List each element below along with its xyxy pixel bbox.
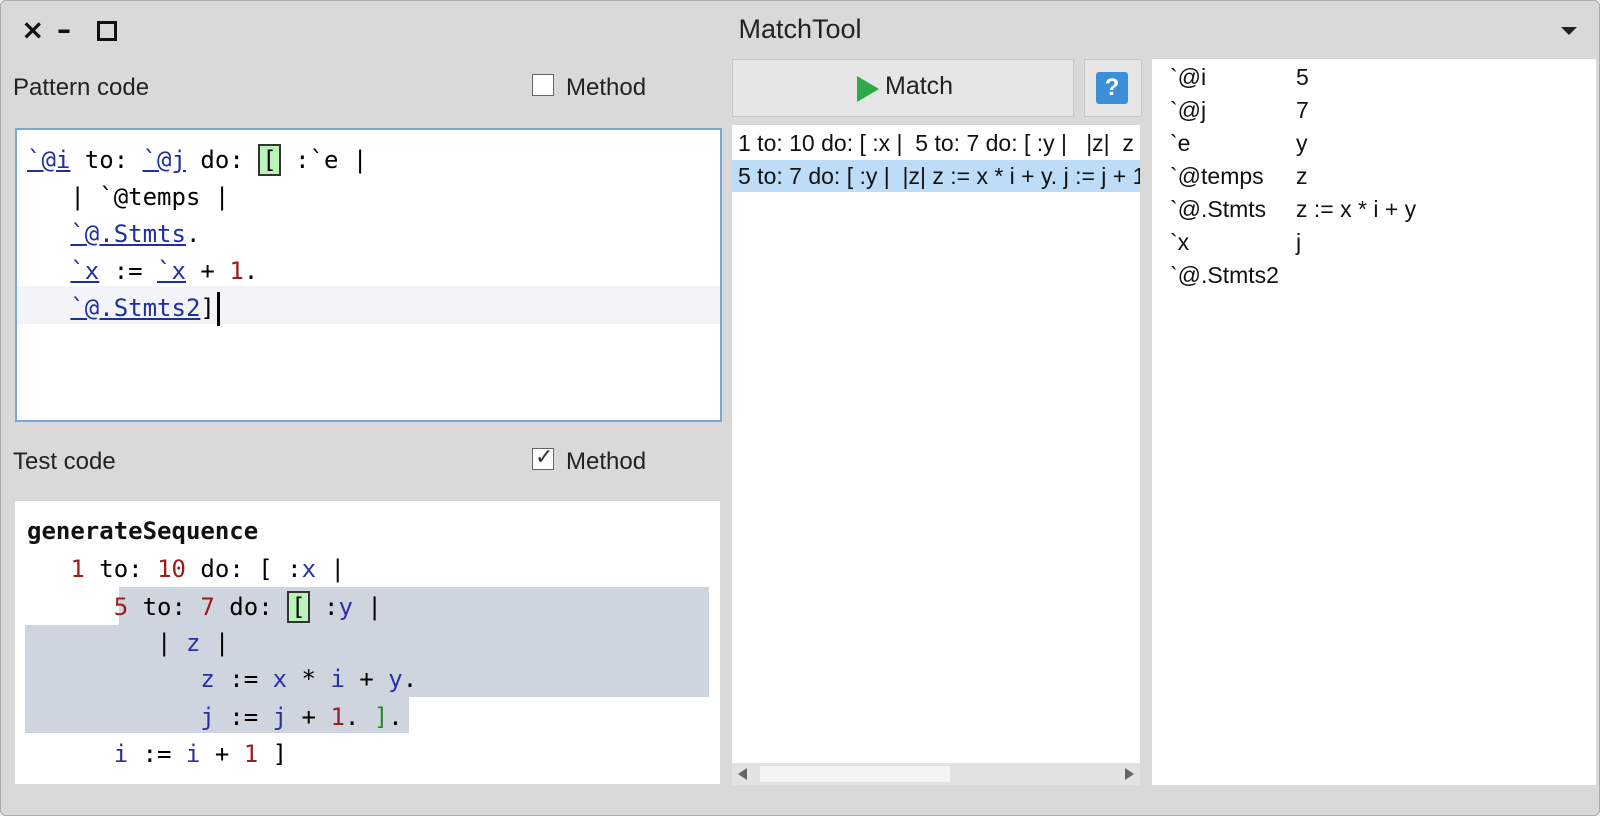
scrollbar-thumb[interactable] [760,766,950,782]
list-item[interactable]: 1 to: 10 do: [ :x | 5 to: 7 do: [ :y | |… [732,127,1140,159]
code-line: `x := `x + 1. [70,257,259,285]
method-name: generateSequence [27,517,259,545]
scroll-right-icon[interactable] [1125,768,1134,780]
bindings-table[interactable]: `@i 5 `@j 7 `e y `@temps z `@.Stmts z :=… [1152,59,1596,785]
text-cursor [216,292,220,326]
code-line: z := x * i + y. [200,665,418,693]
help-icon: ? [1096,72,1128,104]
window-menu-icon[interactable] [1561,27,1577,35]
list-item-selected[interactable]: 5 to: 7 do: [ :y | |z| z := x * i + y. j… [732,160,1140,192]
scroll-left-icon[interactable] [738,768,747,780]
code-line: 1 to: 10 do: [ :x | [70,555,345,583]
play-icon [857,76,879,102]
code-line: | `@temps | [27,183,230,211]
code-line: i := i + 1 ] [113,740,288,768]
code-line: `@.Stmts2] [27,290,220,326]
pattern-method-label: Method [566,74,647,101]
test-method-label: Method [566,448,647,475]
binding-value: z := x * i + y [1296,196,1417,222]
binding-value: 7 [1296,97,1309,123]
binding-value: j [1296,229,1302,255]
match-button[interactable]: Match [732,59,1074,117]
title-bar: × – MatchTool [1,1,1599,59]
horizontal-scrollbar[interactable] [732,763,1140,785]
test-code-editor[interactable]: generateSequence 1 to: 10 do: [ :x | 5 t… [15,501,720,784]
code-line: | z | [27,629,230,657]
matches-list[interactable]: 1 to: 10 do: [ :x | 5 to: 7 do: [ :y | |… [732,125,1140,763]
binding-name: `@.Stmts2 [1170,262,1279,288]
code-line: `@i to: `@j do: [ :`e | [27,144,368,176]
test-code-label: Test code [13,448,116,475]
match-button-label: Match [885,72,954,100]
binding-name: `e [1170,130,1191,156]
pattern-code-label: Pattern code [13,74,150,101]
binding-name: `@.Stmts [1170,196,1267,222]
pattern-method-checkbox[interactable] [532,74,554,96]
code-line: 5 to: 7 do: [ :y | [113,591,382,623]
binding-name: `@i [1170,64,1207,90]
code-line: j := j + 1. ]. [200,703,403,731]
binding-value: z [1296,163,1308,189]
binding-value: 5 [1296,64,1309,90]
binding-name: `@j [1170,97,1207,123]
test-method-checkbox[interactable] [532,445,554,470]
matchtool-window: × – MatchTool Pattern code Method `@i to… [0,0,1600,816]
binding-value: y [1296,130,1308,156]
help-button[interactable]: ? [1084,59,1142,117]
pattern-code-editor[interactable]: `@i to: `@j do: [ :`e | | `@temps | `@.S… [15,128,722,422]
binding-name: `@temps [1170,163,1264,189]
code-line: `@.Stmts. [70,220,201,248]
binding-name: `x [1170,229,1190,255]
window-title: MatchTool [738,14,862,44]
